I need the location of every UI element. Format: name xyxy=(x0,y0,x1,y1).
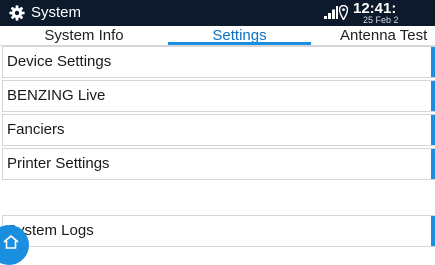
title-bar: System 12:41: 25 Feb 2 xyxy=(0,0,435,26)
location-pin-icon xyxy=(339,5,348,20)
active-tab-indicator xyxy=(168,42,311,45)
list-item-label: Fanciers xyxy=(7,121,65,138)
chevron-right-icon xyxy=(431,149,435,179)
list-item-fanciers[interactable]: Fanciers xyxy=(2,114,435,146)
chevron-right-icon xyxy=(431,216,435,246)
tab-system-info[interactable]: System Info xyxy=(0,26,168,45)
list-item-system-logs[interactable]: System Logs xyxy=(2,215,435,247)
list-item-device-settings[interactable]: Device Settings xyxy=(2,46,435,78)
clock-date: 25 Feb 2 xyxy=(363,15,399,25)
list-item-label: Device Settings xyxy=(7,53,112,70)
chevron-right-icon xyxy=(431,115,435,145)
list-item-label: Printer Settings xyxy=(7,155,110,172)
chevron-right-icon xyxy=(431,47,435,77)
list-item-printer-settings[interactable]: Printer Settings xyxy=(2,148,435,180)
list-item-benzing-live[interactable]: BENZING Live xyxy=(2,80,435,112)
tab-antenna-test[interactable]: Antenna Test xyxy=(311,26,435,45)
page-title: System xyxy=(31,4,82,21)
tab-bar: System Info Settings Antenna Test xyxy=(0,26,435,46)
signal-strength-icon xyxy=(324,6,338,19)
list-item-label: BENZING Live xyxy=(7,87,106,104)
chevron-right-icon xyxy=(431,81,435,111)
gear-icon xyxy=(9,5,25,21)
